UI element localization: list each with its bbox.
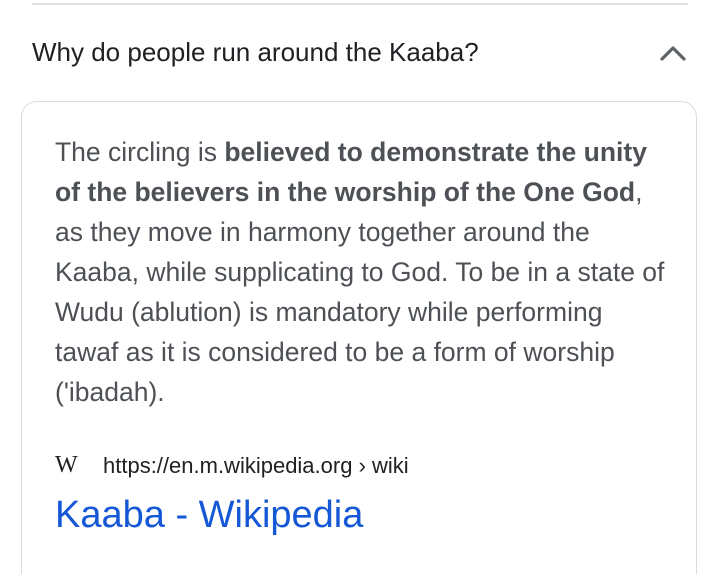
- divider: [32, 3, 688, 5]
- answer-text-start: The circling is: [55, 137, 225, 167]
- chevron-up-icon[interactable]: [658, 38, 688, 68]
- answer-card: The circling is believed to demonstrate …: [21, 101, 697, 574]
- faq-question-row[interactable]: Why do people run around the Kaaba?: [32, 30, 688, 76]
- answer-text: The circling is believed to demonstrate …: [55, 132, 670, 412]
- result-title-link[interactable]: Kaaba - Wikipedia: [55, 494, 363, 537]
- answer-text-end: , as they move in harmony together aroun…: [55, 177, 665, 407]
- wikipedia-logo-icon: W: [55, 452, 78, 478]
- faq-question[interactable]: Why do people run around the Kaaba?: [32, 37, 479, 68]
- source-url[interactable]: https://en.m.wikipedia.org › wiki: [103, 453, 409, 479]
- source-row[interactable]: W https://en.m.wikipedia.org › wiki: [55, 452, 409, 479]
- page: Why do people run around the Kaaba? The …: [0, 0, 720, 574]
